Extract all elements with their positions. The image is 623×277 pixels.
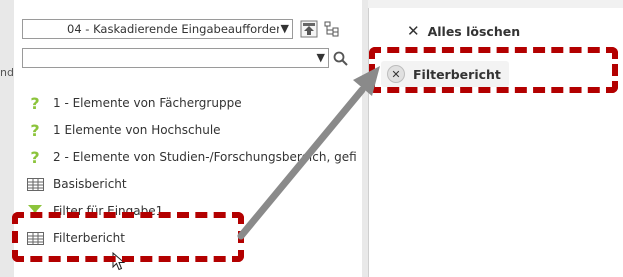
annotation-arrow	[237, 66, 380, 240]
